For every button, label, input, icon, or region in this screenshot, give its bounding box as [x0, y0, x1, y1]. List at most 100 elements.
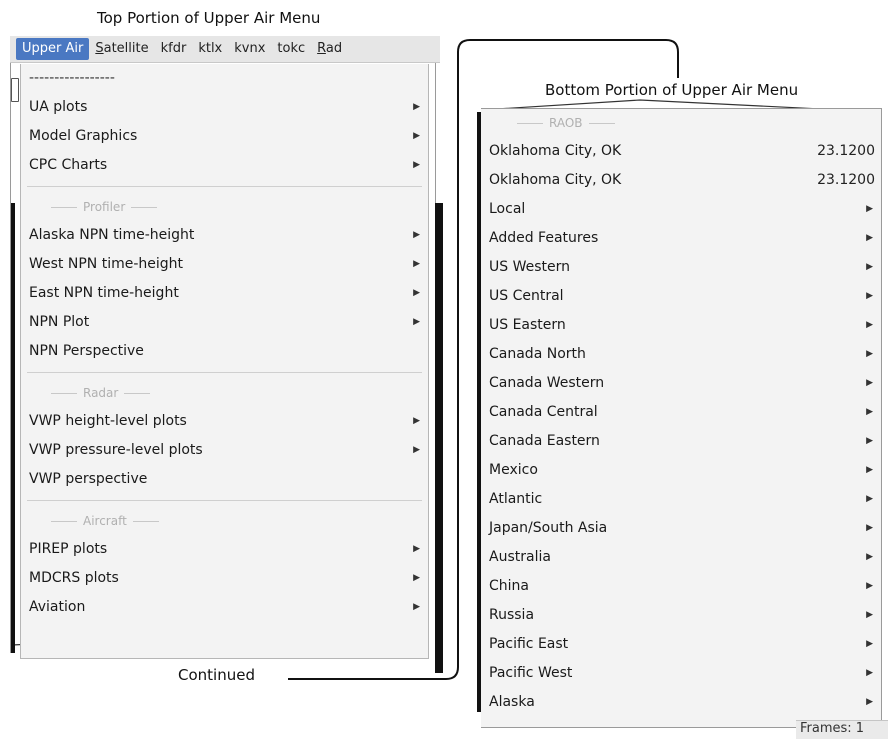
submenu-arrow-icon: ▶ — [413, 445, 420, 455]
menu-item-aviation[interactable]: Aviation ▶ — [21, 593, 428, 622]
upper-air-menu: ----------------- UA plots ▶ Model Graphic… — [20, 64, 429, 659]
menu-item-japan-south-asia[interactable]: Japan/South Asia ▶ — [481, 514, 881, 543]
submenu-arrow-icon: ▶ — [866, 610, 873, 620]
menu-item-mdcrs-plots[interactable]: MDCRS plots ▶ — [21, 564, 428, 593]
menu-item-label: PIREP plots — [29, 541, 108, 557]
menu-item-added-features[interactable]: Added Features ▶ — [481, 224, 881, 253]
menu-item-vwp-perspective[interactable]: VWP perspective — [21, 465, 428, 494]
menubar-satellite[interactable]: Satellite — [89, 38, 154, 60]
menu-item-oklahoma-city-ok[interactable]: Oklahoma City, OK 23.1200 — [481, 137, 881, 166]
menu-item-east-npn-time-height[interactable]: East NPN time-height ▶ — [21, 279, 428, 308]
menu-item-label: Russia — [489, 607, 535, 623]
menu-item-label: Canada Central — [489, 404, 598, 420]
menu-item-label: NPN Plot — [29, 314, 90, 330]
submenu-arrow-icon: ▶ — [866, 494, 873, 504]
menubar-upper-air[interactable]: Upper Air — [16, 38, 90, 60]
menu-item-canada-western[interactable]: Canada Western ▶ — [481, 369, 881, 398]
group-label-radar: Radar — [21, 379, 428, 407]
caption-continued: Continued — [178, 666, 255, 684]
menu-item-local[interactable]: Local ▶ — [481, 195, 881, 224]
menu-item-oklahoma-city-ok[interactable]: Oklahoma City, OK 23.1200 — [481, 166, 881, 195]
menu-item-canada-eastern[interactable]: Canada Eastern ▶ — [481, 427, 881, 456]
menu-item-us-western[interactable]: US Western ▶ — [481, 253, 881, 282]
menu-item-us-eastern[interactable]: US Eastern ▶ — [481, 311, 881, 340]
submenu-arrow-icon: ▶ — [413, 544, 420, 554]
submenu-arrow-icon: ▶ — [413, 602, 420, 612]
submenu-arrow-icon: ▶ — [866, 349, 873, 359]
caption-bottom: Bottom Portion of Upper Air Menu — [545, 81, 799, 99]
submenu-arrow-icon: ▶ — [866, 262, 873, 272]
submenu-arrow-icon: ▶ — [866, 523, 873, 533]
menu-item-model-graphics[interactable]: Model Graphics ▶ — [21, 122, 428, 151]
separator — [27, 372, 422, 373]
menu-item-us-central[interactable]: US Central ▶ — [481, 282, 881, 311]
separator — [27, 186, 422, 187]
menu-item-label: VWP perspective — [29, 471, 148, 487]
submenu-arrow-icon: ▶ — [866, 378, 873, 388]
tearoff-dashes: ----------------- — [29, 70, 115, 86]
submenu-arrow-icon: ▶ — [866, 204, 873, 214]
menu-item-pirep-plots[interactable]: PIREP plots ▶ — [21, 535, 428, 564]
menu-item-label: Model Graphics — [29, 128, 138, 144]
menu-item-atlantic[interactable]: Atlantic ▶ — [481, 485, 881, 514]
menu-item-npn-plot[interactable]: NPN Plot ▶ — [21, 308, 428, 337]
menu-item-russia[interactable]: Russia ▶ — [481, 601, 881, 630]
menu-item-label: East NPN time-height — [29, 285, 179, 301]
menu-item-label: NPN Perspective — [29, 343, 144, 359]
menu-item-canada-central[interactable]: Canada Central ▶ — [481, 398, 881, 427]
menubar-kvnx[interactable]: kvnx — [228, 38, 271, 60]
menu-item-cpc-charts[interactable]: CPC Charts ▶ — [21, 151, 428, 180]
menu-item-label: Mexico — [489, 462, 538, 478]
menu-item-alaska[interactable]: Alaska ▶ — [481, 688, 881, 717]
menu-item-label: VWP pressure-level plots — [29, 442, 203, 458]
menu-item-label: US Eastern — [489, 317, 566, 333]
menubar-kfdr[interactable]: kfdr — [155, 38, 193, 60]
menu-item-australia[interactable]: Australia ▶ — [481, 543, 881, 572]
menu-item-label: Pacific East — [489, 636, 569, 652]
menu-item-label: Alaska — [489, 694, 535, 710]
menu-item-label: UA plots — [29, 99, 88, 115]
menu-item-npn-perspective[interactable]: NPN Perspective — [21, 337, 428, 366]
menu-item-china[interactable]: China ▶ — [481, 572, 881, 601]
upper-air-menu-bottom: RAOB Oklahoma City, OK 23.1200 Oklahoma Ci… — [481, 108, 882, 728]
menu-item-label: Oklahoma City, OK — [489, 143, 622, 159]
submenu-arrow-icon: ▶ — [866, 697, 873, 707]
submenu-arrow-icon: ▶ — [866, 465, 873, 475]
submenu-arrow-icon: ▶ — [413, 288, 420, 298]
menubar-rad[interactable]: Rad — [311, 38, 348, 60]
submenu-arrow-icon: ▶ — [866, 581, 873, 591]
submenu-arrow-icon: ▶ — [413, 259, 420, 269]
menu-item-label: Australia — [489, 549, 551, 565]
menu-item-label: Japan/South Asia — [489, 520, 608, 536]
top-portion: Upper Air Satellite kfdr ktlx kvnx tokc Rad --… — [10, 36, 443, 673]
menu-item-label: Added Features — [489, 230, 599, 246]
submenu-arrow-icon: ▶ — [866, 668, 873, 678]
menu-item-vwp-pressure-level-plots[interactable]: VWP pressure-level plots ▶ — [21, 436, 428, 465]
group-label-profiler: Profiler — [21, 193, 428, 221]
menu-item-label: Pacific West — [489, 665, 573, 681]
menubar-tokc[interactable]: tokc — [271, 38, 311, 60]
menu-item-ua-plots[interactable]: UA plots ▶ — [21, 93, 428, 122]
submenu-arrow-icon: ▶ — [413, 573, 420, 583]
submenu-arrow-icon: ▶ — [866, 436, 873, 446]
menu-item-label: West NPN time-height — [29, 256, 184, 272]
submenu-arrow-icon: ▶ — [413, 416, 420, 426]
menu-item-canada-north[interactable]: Canada North ▶ — [481, 340, 881, 369]
tearoff-line[interactable]: ----------------- — [21, 64, 428, 93]
menu-item-label: MDCRS plots — [29, 570, 119, 586]
menu-item-label: China — [489, 578, 529, 594]
submenu-arrow-icon: ▶ — [413, 230, 420, 240]
menu-item-west-npn-time-height[interactable]: West NPN time-height ▶ — [21, 250, 428, 279]
menu-item-alaska-npn-time-height[interactable]: Alaska NPN time-height ▶ — [21, 221, 428, 250]
menu-item-label: US Western — [489, 259, 570, 275]
window-edge — [11, 203, 15, 653]
menu-item-vwp-height-level-plots[interactable]: VWP height-level plots ▶ — [21, 407, 428, 436]
menu-item-label: CPC Charts — [29, 157, 108, 173]
menu-item-pacific-west[interactable]: Pacific West ▶ — [481, 659, 881, 688]
menu-item-pacific-east[interactable]: Pacific East ▶ — [481, 630, 881, 659]
menu-item-label: Canada Western — [489, 375, 605, 391]
menubar-ktlx[interactable]: ktlx — [192, 38, 228, 60]
submenu-arrow-icon: ▶ — [413, 131, 420, 141]
menu-item-mexico[interactable]: Mexico ▶ — [481, 456, 881, 485]
menu-bar: Upper Air Satellite kfdr ktlx kvnx tokc Rad — [10, 36, 440, 63]
